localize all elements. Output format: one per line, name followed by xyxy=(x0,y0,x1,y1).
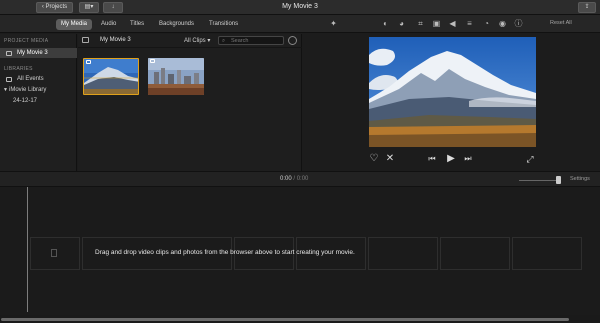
zoom-slider-handle[interactable] xyxy=(556,176,561,184)
color-balance-icon[interactable]: ◐ xyxy=(381,19,390,28)
chevron-down-icon: ▾ xyxy=(205,38,211,44)
mountain-thumbnail-image xyxy=(84,59,138,94)
sidebar-item-label: 24-12-17 xyxy=(13,98,38,104)
project-media-header: PROJECT MEDIA xyxy=(4,38,49,44)
scrollbar-thumb[interactable] xyxy=(1,318,569,321)
tab-transitions[interactable]: Transitions xyxy=(204,19,243,30)
browser-header: My Movie 3 All Clips ▾ ⌕ Search xyxy=(78,34,302,48)
play-icon[interactable]: ▶ xyxy=(445,154,457,164)
stabilization-icon[interactable]: ▣ xyxy=(432,19,441,28)
libraries-header: LIBRARIES xyxy=(4,66,33,72)
timeline-toolbar: 0:00 / 0:00 Settings xyxy=(0,171,600,187)
media-tabs-bar: My Media Audio Titles Backgrounds Transi… xyxy=(0,15,600,33)
reject-icon[interactable]: ✕ xyxy=(385,154,395,164)
noise-reduction-icon[interactable]: ≡ xyxy=(465,19,474,28)
mountain-photo xyxy=(369,37,536,147)
skip-back-icon[interactable]: ⏮ xyxy=(427,154,437,164)
sidebar-item-imovie-library[interactable]: ▼ iMovie Library xyxy=(0,85,77,95)
search-icon: ⌕ xyxy=(222,38,226,44)
timeline-zoom-slider[interactable] xyxy=(519,180,561,181)
magic-wand-icon[interactable]: ✦ xyxy=(329,19,338,28)
search-input[interactable]: ⌕ Search xyxy=(218,36,284,45)
clip-info-icon[interactable]: ⓘ xyxy=(514,19,523,28)
timeline-settings-button[interactable]: Settings xyxy=(570,176,590,182)
libraries-sidebar: PROJECT MEDIA My Movie 3 LIBRARIES All E… xyxy=(0,34,77,171)
sidebar-item-event[interactable]: 24-12-17 xyxy=(0,96,77,106)
film-placeholder-icon xyxy=(51,249,57,257)
speed-icon[interactable]: ◔ xyxy=(482,19,491,28)
sidebar-item-all-events[interactable]: All Events xyxy=(0,74,77,84)
tab-backgrounds[interactable]: Backgrounds xyxy=(154,19,199,30)
browser-title: My Movie 3 xyxy=(100,37,131,43)
reset-all-button[interactable]: Reset All xyxy=(550,20,572,26)
timecode-display: 0:00 / 0:00 xyxy=(280,176,309,182)
crop-icon[interactable]: ⌗ xyxy=(416,19,425,28)
volume-icon[interactable]: ◀ xyxy=(448,19,457,28)
city-thumbnail-image xyxy=(148,58,204,95)
timeline-playhead[interactable] xyxy=(27,187,28,312)
timeline-empty-message: Drag and drop video clips and photos fro… xyxy=(95,249,355,256)
camera-badge-icon xyxy=(86,60,91,64)
favorite-heart-icon[interactable]: ♡ xyxy=(369,154,379,164)
viewer-image xyxy=(369,37,536,147)
sidebar-item-my-movie-3[interactable]: My Movie 3 xyxy=(0,48,77,58)
camera-badge-icon xyxy=(150,59,155,63)
tab-audio[interactable]: Audio xyxy=(96,19,121,30)
events-icon xyxy=(6,77,12,82)
timeline-placeholder-slot xyxy=(512,237,582,270)
viewer-pane: ♡ ✕ ⏮ ▶ ⏭ ⤢ xyxy=(303,34,600,171)
sidebar-item-label: iMovie Library xyxy=(9,87,47,93)
skip-forward-icon[interactable]: ⏭ xyxy=(463,154,473,164)
window-title: My Movie 3 xyxy=(282,3,318,10)
clip-thumbnail-mountain[interactable] xyxy=(83,58,139,95)
video-overlay-icon[interactable]: ◉ xyxy=(498,19,507,28)
sidebar-toggle-icon[interactable] xyxy=(82,37,89,43)
browser-settings-icon[interactable] xyxy=(288,36,297,45)
share-icon: ⇪ xyxy=(584,4,590,10)
tab-my-media[interactable]: My Media xyxy=(56,19,93,30)
tab-titles[interactable]: Titles xyxy=(125,19,149,30)
media-browser: My Movie 3 All Clips ▾ ⌕ Search xyxy=(78,34,302,171)
share-button[interactable]: ⇪ xyxy=(578,2,596,13)
title-bar: ‹ Projects ▤▾ ↓ My Movie 3 ⇪ xyxy=(0,0,600,15)
timeline-placeholder-slot xyxy=(440,237,510,270)
fullscreen-icon[interactable]: ⤢ xyxy=(525,154,535,164)
timeline-scrollbar[interactable] xyxy=(0,315,600,323)
disclosure-triangle-icon[interactable]: ▼ xyxy=(3,85,8,95)
sidebar-item-label: All Events xyxy=(17,76,44,82)
timeline-placeholder-slot xyxy=(368,237,438,270)
clip-thumbnail-city[interactable] xyxy=(148,58,204,95)
timeline-area[interactable]: Drag and drop video clips and photos fro… xyxy=(0,187,600,315)
clip-filter-select[interactable]: All Clips ▾ xyxy=(184,37,210,44)
color-correction-icon[interactable]: ◕ xyxy=(397,19,406,28)
film-icon xyxy=(6,51,12,56)
sidebar-item-label: My Movie 3 xyxy=(17,50,48,56)
